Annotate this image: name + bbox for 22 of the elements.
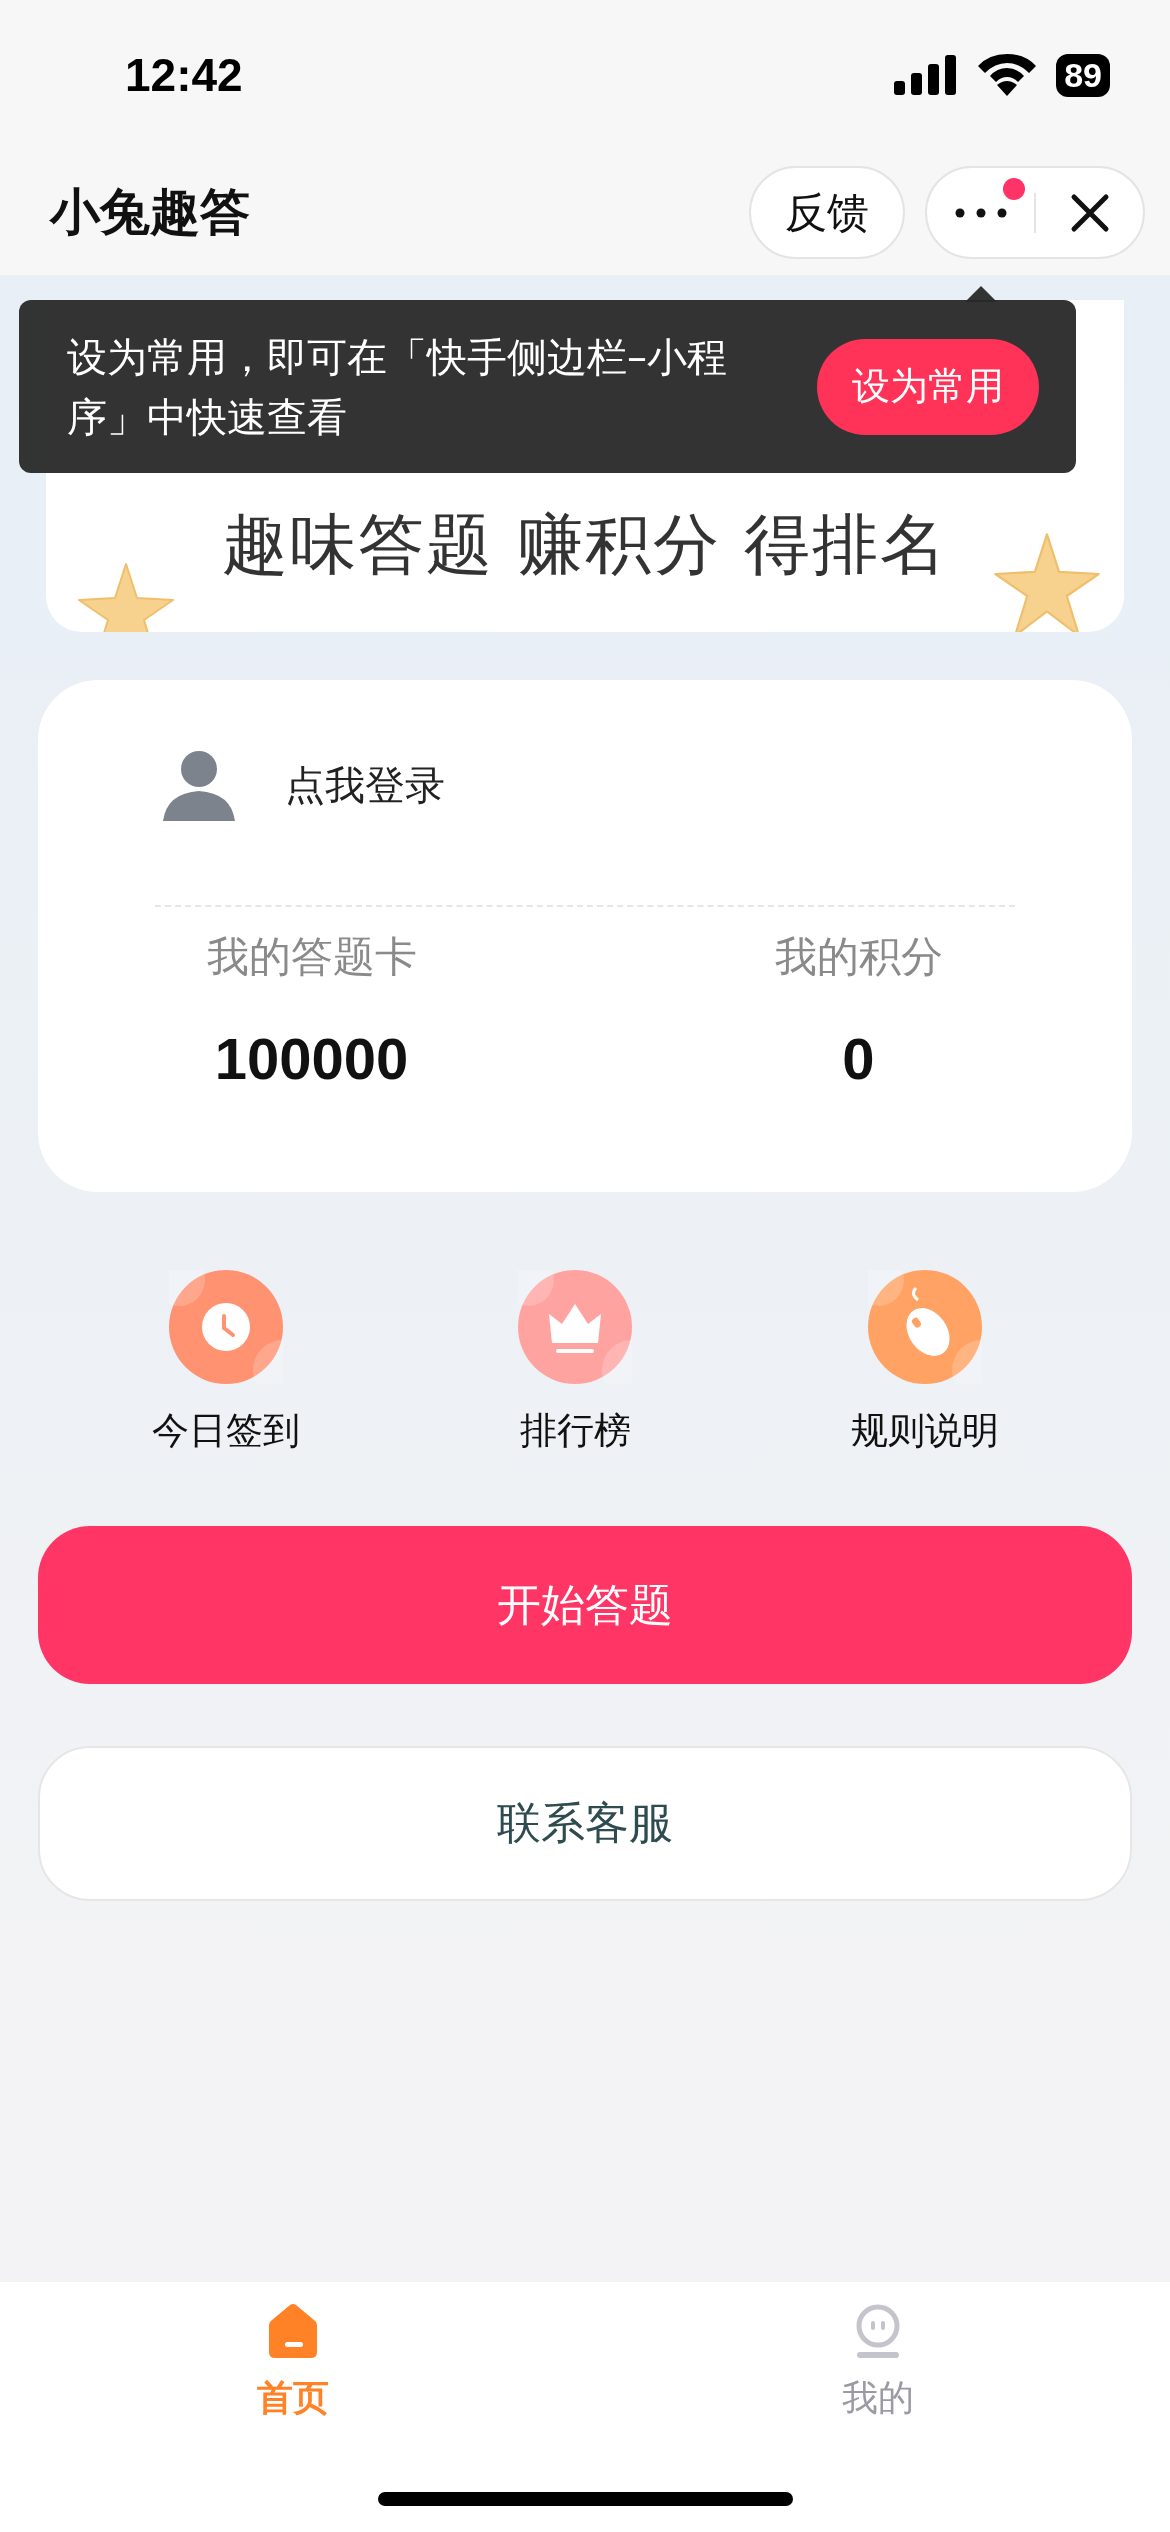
- feedback-button[interactable]: 反馈: [749, 166, 905, 259]
- contact-support-button[interactable]: 联系客服: [38, 1746, 1132, 1901]
- shortcut-button[interactable]: 今日签到: [143, 1270, 308, 1456]
- stat-label: 我的积分: [774, 931, 943, 983]
- set-favorite-button[interactable]: 设为常用: [817, 338, 1039, 435]
- app-title: 小兔趣答: [50, 182, 251, 243]
- signal-icon: [894, 55, 959, 95]
- tooltip-text: 设为常用，即可在「快手侧边栏–小程序」中快速查看: [67, 332, 728, 442]
- stat-label: 我的答题卡: [206, 931, 417, 983]
- stat-value: 0: [842, 1025, 875, 1092]
- close-icon: [1069, 192, 1110, 233]
- login-link[interactable]: 点我登录: [285, 757, 445, 813]
- start-quiz-button[interactable]: 开始答题: [38, 1526, 1132, 1684]
- more-icon: [954, 207, 1007, 218]
- shortcut-button[interactable]: 规则说明: [842, 1270, 1007, 1456]
- status-time: 12:42: [125, 48, 243, 102]
- avatar-icon: [163, 749, 235, 821]
- battery-level: 89: [1056, 53, 1110, 97]
- shortcut-button[interactable]: 排行榜: [492, 1270, 658, 1456]
- stat-value: 100000: [214, 1025, 409, 1092]
- wifi-icon: [978, 54, 1037, 96]
- banner-title: 趣味答题 赚积分 得排名: [222, 505, 948, 585]
